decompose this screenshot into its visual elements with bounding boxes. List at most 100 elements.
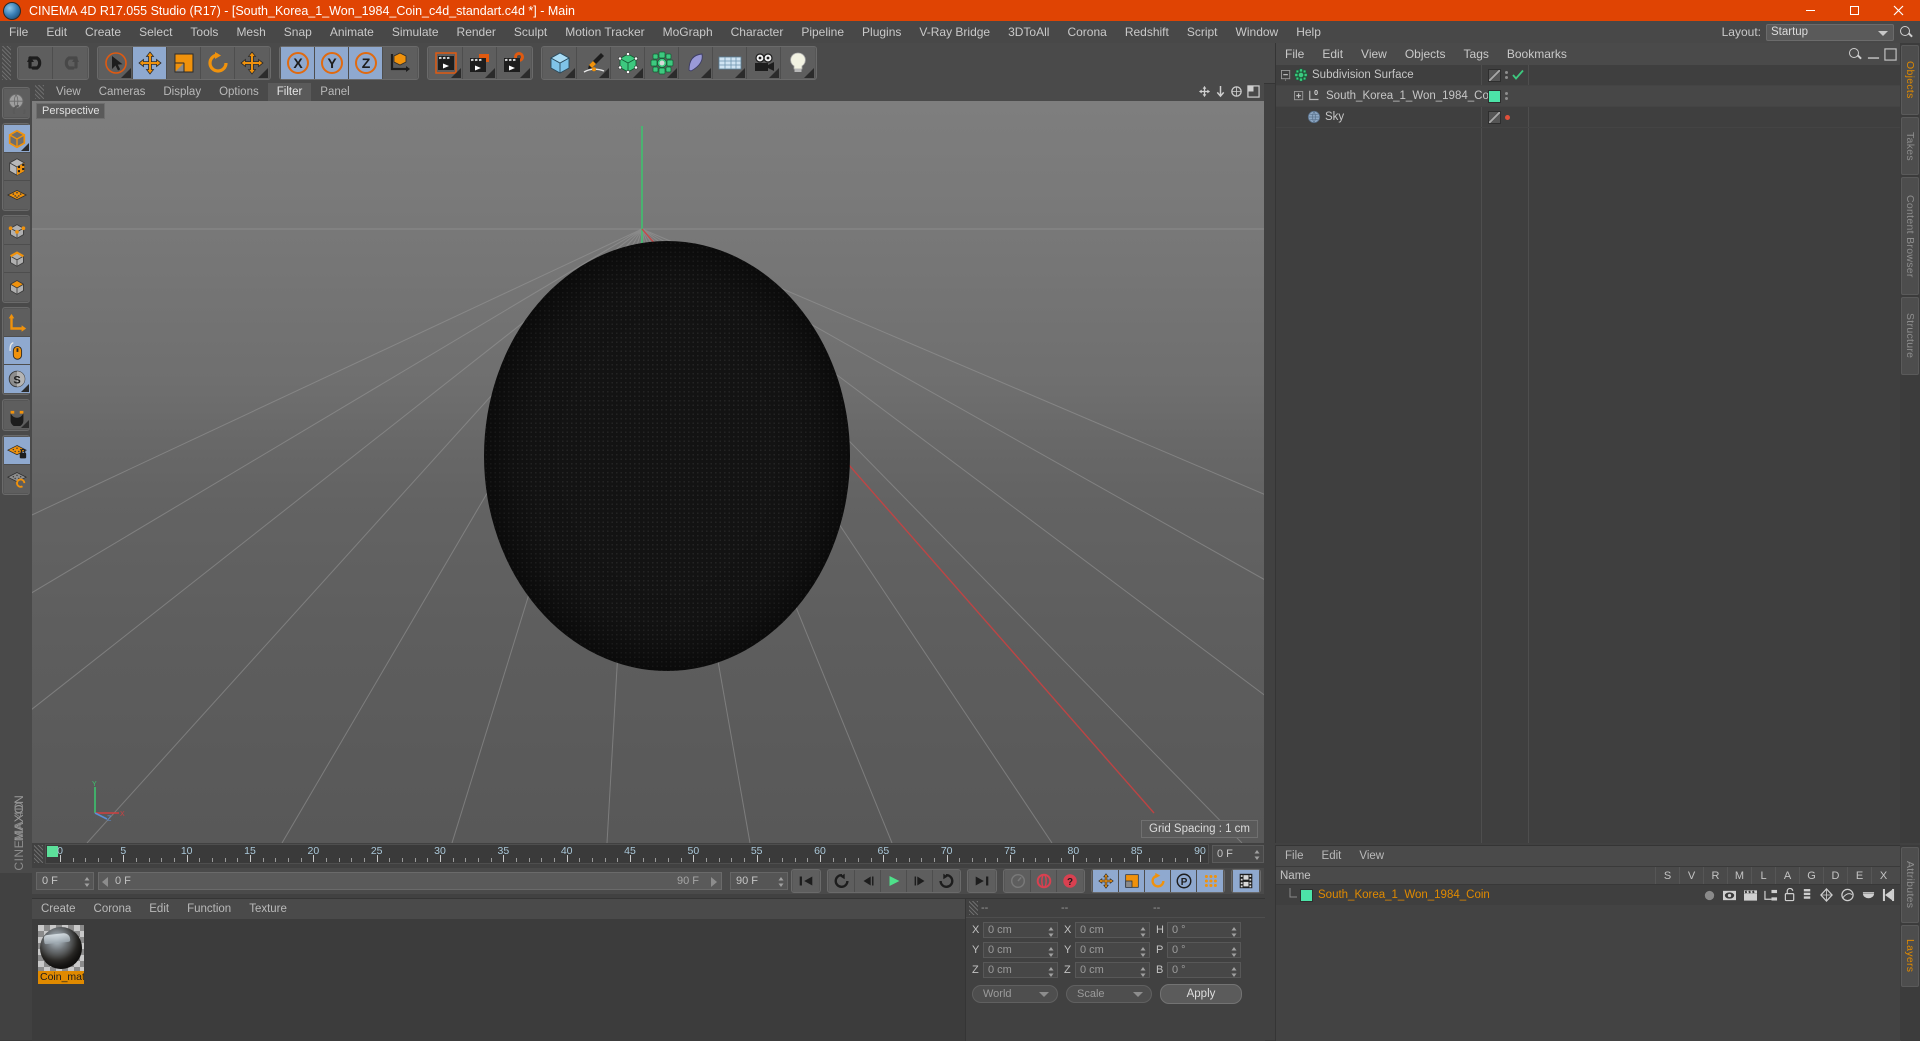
- visibility-dots-icon[interactable]: [1505, 71, 1508, 79]
- key-scale-icon[interactable]: [1119, 870, 1145, 892]
- layout-select[interactable]: Startup: [1766, 23, 1894, 41]
- tag-diagonal-icon[interactable]: [1488, 68, 1501, 82]
- menu-select[interactable]: Select: [130, 21, 181, 43]
- rotate-icon[interactable]: [201, 47, 235, 79]
- render-to-picture-viewer-icon[interactable]: [463, 47, 497, 79]
- col-l[interactable]: L: [1751, 867, 1775, 884]
- render-disabled-dot-icon[interactable]: [1505, 114, 1510, 120]
- material-menu-corona[interactable]: Corona: [85, 900, 141, 918]
- points-mode-icon[interactable]: [4, 217, 30, 245]
- tag-material-icon[interactable]: [1488, 89, 1501, 103]
- material-menu-function[interactable]: Function: [178, 900, 240, 918]
- material-manager-body[interactable]: Coin_mat: [32, 919, 992, 1041]
- menu-motion-tracker[interactable]: Motion Tracker: [556, 21, 653, 43]
- coordinate-mode-select[interactable]: Scale: [1066, 985, 1152, 1003]
- key-rotation-icon[interactable]: [1145, 870, 1171, 892]
- redo-icon[interactable]: [53, 47, 87, 79]
- coordinates-grip[interactable]: [969, 901, 978, 915]
- move-icon[interactable]: [133, 47, 167, 79]
- axis-modify-icon[interactable]: [4, 309, 30, 337]
- key-parameter-icon[interactable]: P: [1171, 870, 1197, 892]
- spinner-icon[interactable]: [1140, 966, 1146, 978]
- om-menu-file[interactable]: File: [1276, 43, 1313, 65]
- play-reverse-icon[interactable]: [829, 870, 855, 892]
- end-frame-field[interactable]: 90 F: [730, 872, 788, 890]
- menu-sculpt[interactable]: Sculpt: [505, 21, 556, 43]
- solo-dot-icon[interactable]: [1703, 889, 1716, 902]
- spinner-icon[interactable]: [1231, 926, 1237, 938]
- size-x-field[interactable]: 0 cm: [1075, 922, 1150, 938]
- col-a[interactable]: A: [1775, 867, 1799, 884]
- cube-primitive-icon[interactable]: [543, 47, 577, 79]
- unlock-icon[interactable]: [1784, 888, 1796, 902]
- autokeying-icon[interactable]: [1005, 870, 1031, 892]
- om-menu-bookmarks[interactable]: Bookmarks: [1498, 43, 1576, 65]
- edges-mode-icon[interactable]: [4, 245, 30, 273]
- col-g[interactable]: G: [1799, 867, 1823, 884]
- menu-corona[interactable]: Corona: [1058, 21, 1115, 43]
- om-menu-view[interactable]: View: [1352, 43, 1396, 65]
- model-mode-icon[interactable]: [4, 153, 30, 181]
- key-position-icon[interactable]: [1093, 870, 1119, 892]
- viewport-menu-filter[interactable]: Filter: [267, 83, 312, 101]
- menu-3dtoall[interactable]: 3DToAll: [999, 21, 1058, 43]
- play-forward-icon[interactable]: [881, 870, 907, 892]
- light-icon[interactable]: [781, 47, 815, 79]
- layer-row[interactable]: South_Korea_1_Won_1984_Coin: [1276, 885, 1901, 905]
- spinner-icon[interactable]: [778, 876, 784, 888]
- menu-redshift[interactable]: Redshift: [1116, 21, 1178, 43]
- magnet-icon[interactable]: [4, 401, 30, 429]
- expander-minus-icon[interactable]: [1281, 69, 1292, 81]
- object-tree[interactable]: Subdivision Surface 0 South_Korea_1_Won_…: [1276, 65, 1901, 843]
- spinner-icon[interactable]: [1048, 966, 1054, 978]
- visibility-dots-icon[interactable]: [1505, 92, 1508, 100]
- axis-x-icon[interactable]: X: [281, 47, 315, 79]
- pos-z-field[interactable]: 0 cm: [983, 962, 1058, 978]
- visible-eye-icon[interactable]: [1722, 889, 1737, 902]
- move-duplicate-icon[interactable]: [235, 47, 269, 79]
- generator-icon[interactable]: [611, 47, 645, 79]
- expression-toggle-icon[interactable]: [1861, 889, 1876, 902]
- maximize-panel-icon[interactable]: [1884, 48, 1897, 61]
- axis-y-icon[interactable]: Y: [315, 47, 349, 79]
- spinner-icon[interactable]: [1140, 946, 1146, 958]
- go-to-start-icon[interactable]: [793, 870, 819, 892]
- minimize-panel-icon[interactable]: [1867, 48, 1880, 61]
- tab-attributes[interactable]: Attributes: [1901, 847, 1919, 923]
- menu-pipeline[interactable]: Pipeline: [792, 21, 853, 43]
- scale-icon[interactable]: [167, 47, 201, 79]
- world-coordinate-icon[interactable]: [383, 47, 417, 79]
- rot-p-field[interactable]: 0 °: [1167, 942, 1241, 958]
- select-live-icon[interactable]: [99, 47, 133, 79]
- loop-icon[interactable]: [933, 870, 959, 892]
- spinner-icon[interactable]: [1140, 926, 1146, 938]
- col-r[interactable]: R: [1703, 867, 1727, 884]
- spinner-icon[interactable]: [1048, 926, 1054, 938]
- size-y-field[interactable]: 0 cm: [1075, 942, 1150, 958]
- camera-icon[interactable]: [747, 47, 781, 79]
- timeline-icon[interactable]: [1233, 870, 1259, 892]
- current-frame-field[interactable]: 0 F: [36, 872, 94, 890]
- material-menu-edit[interactable]: Edit: [140, 900, 178, 918]
- maximize-button[interactable]: [1832, 0, 1876, 21]
- render-settings-icon[interactable]: [497, 47, 531, 79]
- xref-toggle-icon[interactable]: [1882, 888, 1895, 902]
- menu-help[interactable]: Help: [1287, 21, 1330, 43]
- viewport-menu-display[interactable]: Display: [154, 83, 210, 101]
- zoom-view-icon[interactable]: [1215, 85, 1226, 98]
- coin-3d-object[interactable]: [484, 241, 850, 671]
- material-item[interactable]: Coin_mat: [38, 925, 84, 984]
- spinner-icon[interactable]: [1231, 946, 1237, 958]
- spinner-icon[interactable]: [1048, 946, 1054, 958]
- menu-script[interactable]: Script: [1178, 21, 1227, 43]
- object-row-south-korea-coin[interactable]: 0 South_Korea_1_Won_1984_Coin: [1276, 86, 1901, 107]
- menu-vray-bridge[interactable]: V-Ray Bridge: [910, 21, 999, 43]
- range-end-arrow-icon[interactable]: [711, 877, 717, 887]
- menu-create[interactable]: Create: [76, 21, 130, 43]
- viewport-menu-options[interactable]: Options: [210, 83, 268, 101]
- spinner-icon[interactable]: [1254, 849, 1260, 861]
- apply-button[interactable]: Apply: [1160, 984, 1242, 1004]
- menu-snap[interactable]: Snap: [275, 21, 321, 43]
- layer-color-swatch[interactable]: [1300, 888, 1313, 902]
- menu-mesh[interactable]: Mesh: [227, 21, 274, 43]
